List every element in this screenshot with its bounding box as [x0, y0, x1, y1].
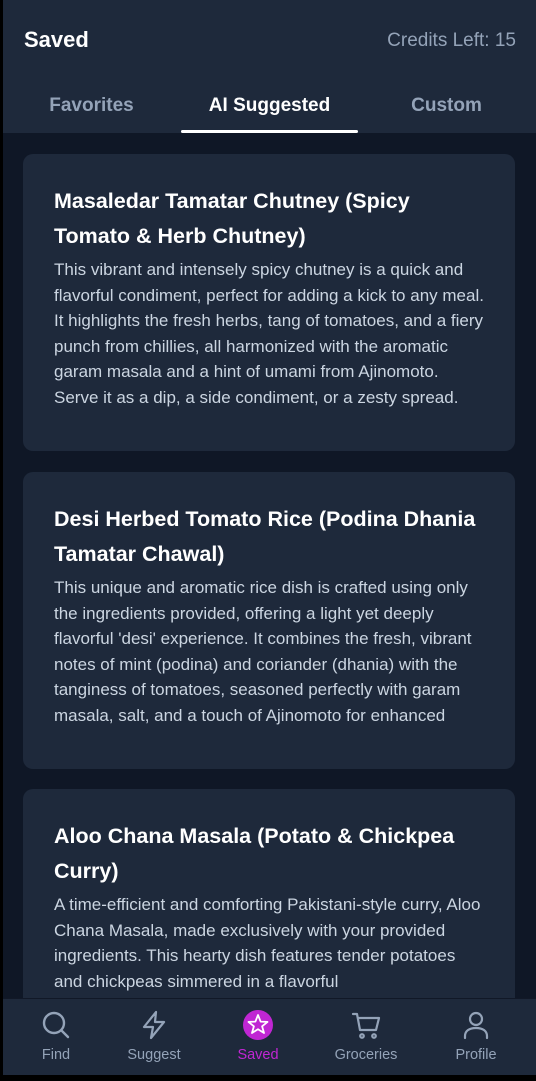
- nav-label: Suggest: [127, 1047, 181, 1063]
- app-screen: Saved Credits Left: 15 Favorites AI Sugg…: [3, 0, 536, 1075]
- tab-custom[interactable]: Custom: [358, 80, 535, 133]
- recipe-description: This vibrant and intensely spicy chutney…: [54, 260, 484, 407]
- nav-label: Saved: [237, 1047, 279, 1063]
- recipe-description: This unique and aromatic rice dish is cr…: [54, 578, 472, 725]
- search-icon: [42, 1011, 70, 1039]
- recipe-title: Desi Herbed Tomato Rice (Podina Dhania T…: [54, 507, 476, 566]
- nav-find[interactable]: Find: [3, 999, 109, 1075]
- header: Saved Credits Left: 15 Favorites AI Sugg…: [3, 0, 536, 133]
- user-icon: [463, 1011, 489, 1040]
- nav-label: Profile: [455, 1047, 497, 1063]
- nav-label: Groceries: [334, 1047, 398, 1063]
- nav-saved[interactable]: Saved: [205, 999, 311, 1075]
- nav-profile[interactable]: Profile: [423, 999, 529, 1075]
- recipe-card[interactable]: Masaledar Tamatar Chutney (Spicy Tomato …: [23, 154, 515, 451]
- tab-bar: Favorites AI Suggested Custom: [3, 80, 536, 133]
- page-title: Saved: [24, 27, 89, 52]
- credits-left: Credits Left: 15: [387, 30, 516, 51]
- recipe-title: Masaledar Tamatar Chutney (Spicy Tomato …: [54, 189, 410, 248]
- active-tab-indicator: [181, 130, 358, 133]
- recipe-title: Aloo Chana Masala (Potato & Chickpea Cur…: [54, 824, 455, 883]
- lightning-icon: [142, 1010, 166, 1040]
- tab-favorites[interactable]: Favorites: [3, 80, 180, 133]
- recipe-card[interactable]: Desi Herbed Tomato Rice (Podina Dhania T…: [23, 472, 515, 769]
- bottom-navigation: Find Suggest Saved Groceries Profile: [3, 998, 536, 1075]
- star-icon: [243, 1010, 273, 1040]
- tab-ai-suggested[interactable]: AI Suggested: [181, 80, 358, 133]
- nav-label: Find: [41, 1047, 71, 1063]
- nav-groceries[interactable]: Groceries: [313, 999, 419, 1075]
- nav-suggest[interactable]: Suggest: [101, 999, 207, 1075]
- cart-icon: [351, 1012, 381, 1039]
